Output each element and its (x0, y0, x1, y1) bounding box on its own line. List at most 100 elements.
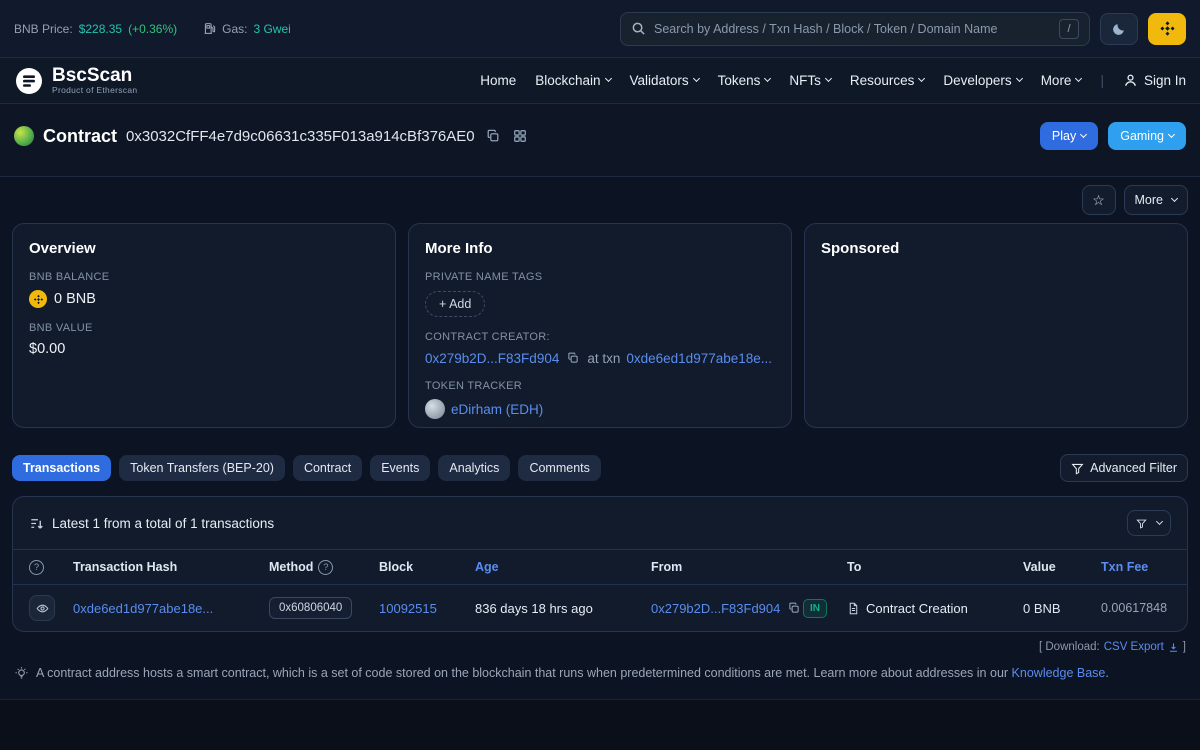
address-title-group: Contract 0x3032CfFF4e7d9c06631c335F013a9… (14, 126, 529, 147)
main-navigation: BscScan Product of Etherscan Home Blockc… (0, 58, 1200, 104)
search-shortcut-hint: / (1059, 19, 1079, 39)
creation-txn-link[interactable]: 0xde6ed1d977abe18e... (626, 351, 772, 366)
at-txn-label: at txn (587, 351, 620, 366)
search-input[interactable] (654, 22, 1051, 36)
topbar-actions: / (620, 12, 1186, 46)
bnb-coin-icon (29, 290, 47, 308)
bnb-price-change: (+0.36%) (128, 22, 177, 36)
help-icon[interactable]: ? (318, 560, 333, 575)
nav-item-label: Validators (630, 73, 689, 88)
tab-token-transfers[interactable]: Token Transfers (BEP-20) (119, 455, 285, 481)
tab-analytics[interactable]: Analytics (438, 455, 510, 481)
main-content: ☆ More Overview BNB BALANCE 0 BNB BNB VA… (0, 177, 1200, 681)
tab-transactions[interactable]: Transactions (12, 455, 111, 481)
bnb-value-label: BNB VALUE (29, 322, 379, 334)
table-filter-button[interactable] (1127, 510, 1171, 536)
tabs: Transactions Token Transfers (BEP-20) Co… (12, 455, 601, 481)
copy-icon (486, 129, 500, 143)
private-name-tags-label: PRIVATE NAME TAGS (425, 271, 775, 283)
copy-icon (567, 352, 579, 364)
tx-block-cell: 10092515 (379, 601, 475, 616)
star-icon: ☆ (1092, 192, 1105, 209)
tx-preview-eye-button[interactable] (29, 595, 55, 621)
creator-address-link[interactable]: 0x279b2D...F83Fd904 (425, 351, 559, 366)
gas-pump-icon (203, 22, 216, 35)
advanced-filter-button[interactable]: Advanced Filter (1060, 454, 1188, 482)
tx-hash-link[interactable]: 0xde6ed1d977abe18e... (73, 601, 213, 616)
network-bnb-button[interactable] (1148, 13, 1186, 45)
bnb-price-link[interactable]: $228.35 (79, 22, 122, 36)
more-options-label: More (1135, 193, 1163, 207)
chevron-down-icon (764, 75, 771, 82)
nav-item-nfts[interactable]: NFTs (789, 73, 831, 88)
footnote-text: A contract address hosts a smart contrac… (36, 666, 1109, 680)
tab-events[interactable]: Events (370, 455, 430, 481)
copy-creator-button[interactable] (565, 350, 581, 366)
sign-in-link[interactable]: Sign In (1123, 73, 1186, 88)
gas-tracker-link[interactable]: 3 Gwei (253, 22, 290, 36)
nav-item-tokens[interactable]: Tokens (718, 73, 771, 88)
chevron-down-icon (825, 75, 832, 82)
advanced-filter-label: Advanced Filter (1090, 461, 1177, 475)
copy-address-button[interactable] (484, 127, 502, 145)
copy-icon (788, 602, 800, 614)
favorite-star-button[interactable]: ☆ (1082, 185, 1116, 215)
bnb-value: $0.00 (29, 341, 65, 357)
more-options-button[interactable]: More (1124, 185, 1188, 215)
tx-direction-cell: IN (803, 599, 847, 618)
column-transaction-hash: Transaction Hash (73, 560, 269, 574)
row-detail-cell (29, 595, 73, 621)
overview-card: Overview BNB BALANCE 0 BNB BNB VALUE $0.… (12, 223, 396, 428)
token-tracker-link[interactable]: eDirham (EDH) (451, 402, 543, 417)
csv-export-link[interactable]: CSV Export (1104, 641, 1164, 653)
download-icon (1168, 642, 1179, 653)
bnb-balance-value: 0 BNB (54, 291, 96, 307)
footnote-body: A contract address hosts a smart contrac… (36, 666, 1008, 680)
chevron-down-icon (1168, 130, 1175, 137)
chevron-down-icon (1171, 194, 1178, 201)
bnb-price-label: BNB Price: (14, 22, 73, 36)
nav-item-validators[interactable]: Validators (630, 73, 699, 88)
nav-item-blockchain[interactable]: Blockchain (535, 73, 610, 88)
tx-from-cell: 0x279b2D...F83Fd904 (651, 600, 803, 616)
tab-contract[interactable]: Contract (293, 455, 362, 481)
gas-label: Gas: (222, 22, 247, 36)
apps-grid-button[interactable] (511, 127, 529, 145)
transaction-row: 0xde6ed1d977abe18e... 0x60806040 1009251… (13, 585, 1187, 631)
nav-item-label: Tokens (718, 73, 761, 88)
play-label: Play (1052, 129, 1076, 143)
eye-icon (36, 602, 49, 615)
gaming-tag-button[interactable]: Gaming (1108, 122, 1186, 150)
download-close-bracket: ] (1183, 641, 1186, 653)
nav-item-more[interactable]: More (1041, 73, 1082, 88)
add-private-tag-button[interactable]: + Add (425, 291, 485, 317)
transactions-summary: Latest 1 from a total of 1 transactions (52, 516, 274, 531)
chevron-down-icon (918, 75, 925, 82)
token-tracker-row: eDirham (EDH) (425, 399, 775, 419)
column-block: Block (379, 560, 475, 574)
tx-to-cell: Contract Creation (847, 601, 1023, 616)
column-age-toggle[interactable]: Age (475, 560, 651, 574)
column-txn-fee-toggle[interactable]: Txn Fee (1101, 560, 1171, 574)
knowledge-base-link[interactable]: Knowledge Base (1012, 666, 1106, 680)
sort-icon (29, 516, 44, 531)
nav-item-home[interactable]: Home (480, 73, 516, 88)
sponsored-title: Sponsored (821, 240, 1171, 257)
nav-item-label: Resources (850, 73, 915, 88)
play-tag-button[interactable]: Play (1040, 122, 1098, 150)
bscscan-logo[interactable]: BscScan Product of Etherscan (14, 66, 137, 96)
theme-toggle-button[interactable] (1100, 13, 1138, 45)
search-bar[interactable]: / (620, 12, 1090, 46)
bnb-price-value: $228.35 (79, 22, 122, 36)
from-address-link[interactable]: 0x279b2D...F83Fd904 (651, 601, 780, 616)
copy-from-button[interactable] (786, 600, 802, 616)
method-header-label: Method (269, 560, 313, 574)
block-link[interactable]: 10092515 (379, 601, 437, 616)
bscscan-logo-mark-icon (14, 66, 44, 96)
transactions-column-headers: ? Transaction Hash Method ? Block Age Fr… (13, 549, 1187, 585)
theme-moon-icon (1112, 22, 1126, 36)
nav-item-resources[interactable]: Resources (850, 73, 925, 88)
tx-value-cell: 0 BNB (1023, 601, 1101, 616)
tab-comments[interactable]: Comments (518, 455, 600, 481)
nav-item-developers[interactable]: Developers (943, 73, 1021, 88)
